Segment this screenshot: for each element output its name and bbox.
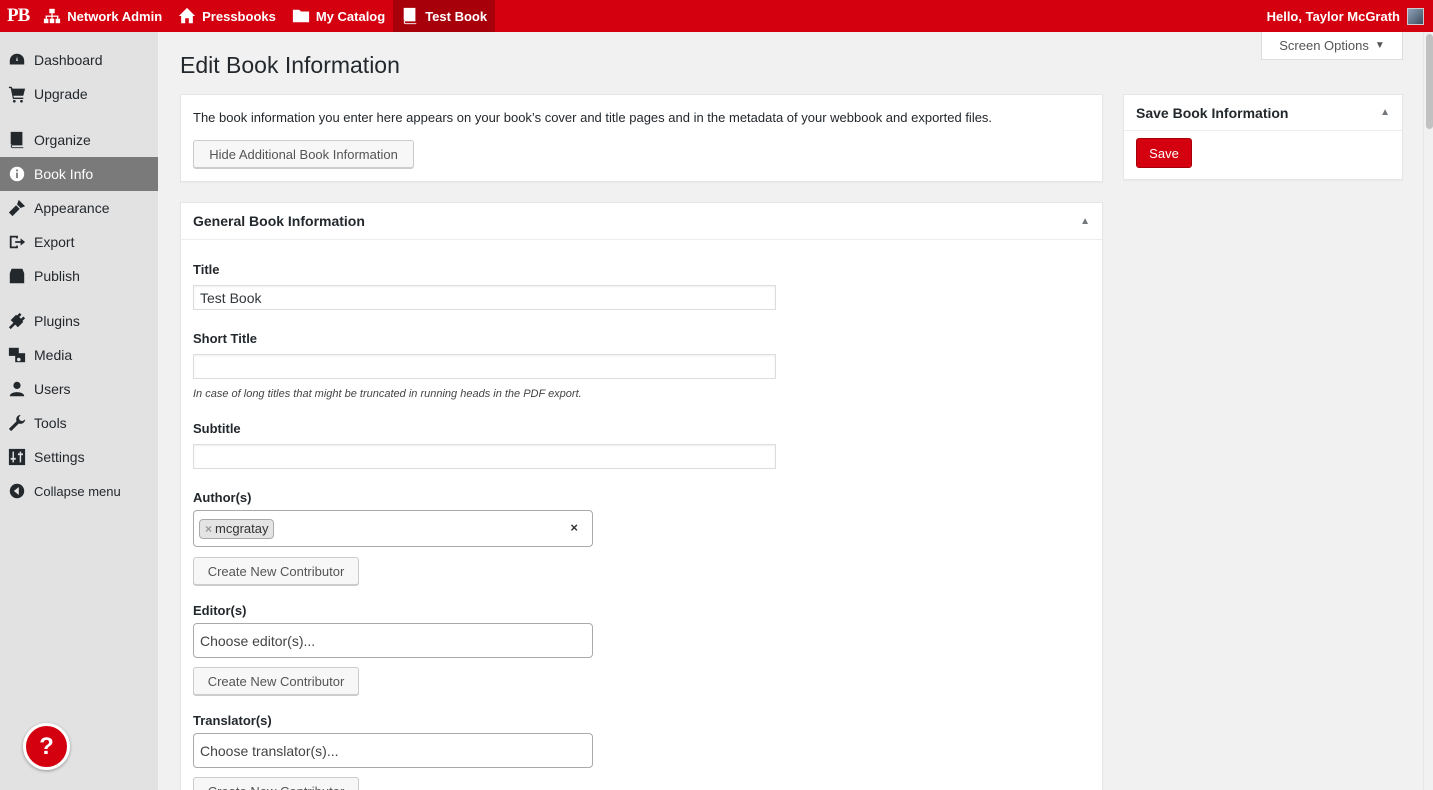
network-icon: [44, 8, 61, 24]
page-scrollbar[interactable]: [1423, 32, 1433, 790]
sidebar-item-label: Media: [34, 347, 73, 363]
brush-icon: [8, 199, 26, 217]
title-label: Title: [193, 262, 220, 277]
create-author-contributor-button[interactable]: Create New Contributor: [193, 557, 359, 585]
adminbar-my-catalog-label: My Catalog: [315, 8, 386, 24]
sidebar-item-users[interactable]: Users: [0, 372, 158, 406]
translators-select[interactable]: Choose translator(s)...: [193, 733, 593, 768]
intro-text: The book information you enter here appe…: [193, 110, 993, 125]
sidebar-item-publish[interactable]: Publish: [0, 259, 158, 293]
sidebar-item-label: Collapse menu: [34, 483, 121, 499]
save-box-header: Save Book Information ▲: [1124, 95, 1402, 131]
collapse-toggle-icon[interactable]: ▲: [1380, 107, 1390, 118]
sidebar-item-organize[interactable]: Organize: [0, 123, 158, 157]
adminbar-network-admin[interactable]: Network Admin: [35, 0, 170, 32]
sidebar-item-label: Settings: [34, 449, 85, 465]
sidebar-item-label: Users: [34, 381, 71, 397]
greeting: Hello, Taylor McGrath: [1266, 8, 1400, 24]
avatar: [1407, 7, 1424, 25]
help-button[interactable]: ?: [23, 723, 70, 770]
folder-icon: [292, 9, 309, 23]
sidebar-item-appearance[interactable]: Appearance: [0, 191, 158, 225]
sidebar-item-upgrade[interactable]: Upgrade: [0, 77, 158, 111]
plugin-icon: [8, 312, 26, 330]
clear-selection-icon[interactable]: ×: [570, 520, 578, 535]
book-icon: [403, 7, 417, 25]
scrollbar-thumb[interactable]: [1426, 34, 1433, 129]
hide-additional-info-button[interactable]: Hide Additional Book Information: [193, 140, 414, 168]
adminbar-network-admin-label: Network Admin: [67, 8, 163, 24]
settings-icon: [8, 448, 26, 466]
adminbar-my-catalog[interactable]: My Catalog: [284, 0, 393, 32]
sidebar-item-label: Plugins: [34, 313, 80, 329]
save-button[interactable]: Save: [1136, 138, 1192, 168]
admin-bar: PB Network Admin Pressbooks My Catalog T…: [0, 0, 1433, 32]
subtitle-label: Subtitle: [193, 421, 241, 436]
wrench-icon: [8, 414, 26, 432]
general-box-title: General Book Information: [193, 213, 365, 229]
cart-icon: [8, 85, 26, 103]
export-icon: [8, 233, 26, 251]
sidebar-item-label: Book Info: [34, 166, 94, 182]
save-box-title: Save Book Information: [1136, 104, 1289, 121]
editors-label: Editor(s): [193, 603, 247, 618]
short-title-label: Short Title: [193, 331, 258, 346]
adminbar-pressbooks[interactable]: Pressbooks: [170, 0, 284, 32]
caret-down-icon: ▼: [1374, 40, 1385, 51]
adminbar-test-book[interactable]: Test Book: [393, 0, 496, 32]
user-icon: [8, 380, 26, 398]
create-editor-contributor-button[interactable]: Create New Contributor: [193, 667, 359, 695]
sidebar-item-tools[interactable]: Tools: [0, 406, 158, 440]
collapse-toggle-icon[interactable]: ▲: [1080, 216, 1090, 227]
authors-label: Author(s): [193, 490, 252, 505]
short-title-hint: In case of long titles that might be tru…: [193, 388, 582, 400]
screen-options-label: Screen Options: [1279, 38, 1369, 53]
account-menu[interactable]: Hello, Taylor McGrath: [1267, 0, 1433, 32]
sidebar-item-label: Upgrade: [34, 86, 88, 102]
sidebar-item-book-info[interactable]: Book Info: [0, 157, 158, 191]
screen-options-button[interactable]: Screen Options ▼: [1261, 32, 1403, 60]
sidebar-item-dashboard[interactable]: Dashboard: [0, 43, 158, 77]
collapse-icon: [8, 482, 26, 500]
home-icon: [179, 7, 196, 24]
author-tag: × mcgratay: [199, 518, 275, 539]
adminbar-pressbooks-label: Pressbooks: [202, 8, 276, 24]
translators-label: Translator(s): [193, 713, 272, 728]
remove-tag-icon[interactable]: ×: [205, 522, 212, 536]
sidebar-item-media[interactable]: Media: [0, 338, 158, 372]
sidebar-item-label: Export: [34, 234, 75, 250]
general-book-info-box: General Book Information ▲ Title Test Bo…: [180, 202, 1103, 790]
adminbar-test-book-label: Test Book: [425, 8, 488, 24]
book-icon: [8, 131, 26, 149]
editors-select[interactable]: Choose editor(s)...: [193, 623, 593, 658]
collapse-menu-button[interactable]: Collapse menu: [0, 474, 158, 508]
admin-sidebar: Dashboard Upgrade Organize Book Info App…: [0, 32, 158, 790]
create-translator-contributor-button[interactable]: Create New Contributor: [193, 777, 359, 790]
sidebar-item-export[interactable]: Export: [0, 225, 158, 259]
sidebar-item-label: Dashboard: [34, 52, 103, 68]
pressbooks-logo[interactable]: PB: [0, 0, 35, 32]
subtitle-field[interactable]: [193, 444, 776, 469]
save-book-info-box: Save Book Information ▲ Save: [1123, 94, 1403, 180]
media-icon: [8, 346, 26, 364]
page-title: Edit Book Information: [180, 52, 400, 78]
short-title-field[interactable]: [193, 354, 776, 379]
sidebar-item-label: Organize: [34, 132, 91, 148]
authors-select[interactable]: × mcgratay ×: [193, 510, 593, 547]
info-icon: [8, 165, 26, 183]
sidebar-item-settings[interactable]: Settings: [0, 440, 158, 474]
store-icon: [8, 267, 26, 285]
sidebar-item-label: Tools: [34, 415, 67, 431]
title-field[interactable]: Test Book: [193, 285, 776, 310]
sidebar-item-plugins[interactable]: Plugins: [0, 304, 158, 338]
general-box-header: General Book Information ▲: [181, 203, 1102, 240]
sidebar-item-label: Appearance: [34, 200, 110, 216]
dashboard-icon: [8, 51, 26, 69]
author-tag-label: mcgratay: [215, 521, 269, 536]
sidebar-item-label: Publish: [34, 268, 80, 284]
intro-box: The book information you enter here appe…: [180, 94, 1103, 182]
